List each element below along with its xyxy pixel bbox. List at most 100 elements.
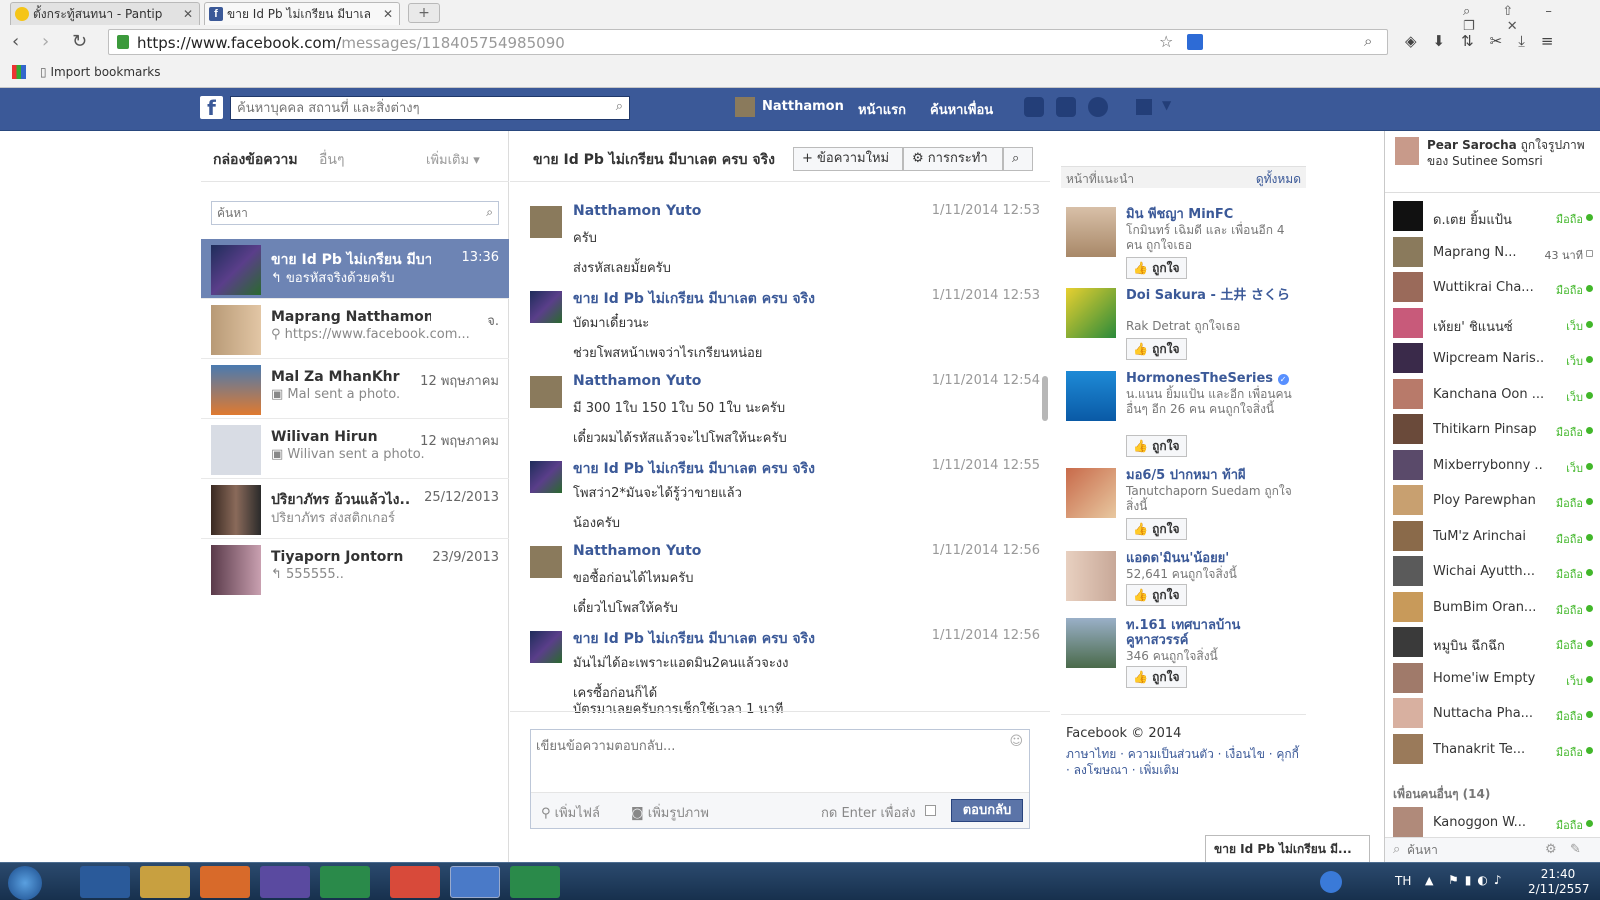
like-button[interactable]: 👍 ถูกใจ — [1126, 257, 1187, 279]
emoji-icon[interactable]: ☺ — [1009, 734, 1023, 749]
visual-studio-icon[interactable] — [260, 866, 310, 898]
avatar[interactable] — [735, 97, 755, 117]
chat-user[interactable]: Maprang N... 43 นาที — [1393, 236, 1593, 270]
page-picture[interactable] — [1066, 288, 1116, 338]
inbox-search[interactable]: ⌕ — [211, 201, 499, 225]
forward-icon[interactable]: › — [42, 31, 49, 52]
find-friends-link[interactable]: ค้นหาเพื่อน — [930, 99, 993, 120]
chrome-icon[interactable] — [390, 866, 440, 898]
window-controls[interactable]: ⌕ ⇧ – ❐ ✕ — [1463, 4, 1600, 34]
compose-icon[interactable]: ✎ — [1570, 842, 1581, 857]
tab-pantip[interactable]: ตั้งกระทู้สนทนา - Pantip ✕ — [10, 2, 200, 25]
inbox-search-input[interactable] — [212, 202, 472, 224]
new-tab-button[interactable]: + — [408, 3, 440, 23]
input-language[interactable]: TH — [1395, 874, 1411, 888]
like-button[interactable]: 👍 ถูกใจ — [1126, 338, 1187, 360]
messages-icon[interactable] — [1056, 97, 1076, 117]
app-icon[interactable] — [450, 866, 500, 898]
chat-tab[interactable]: ขาย Id Pb ไม่เกรียน มี... — [1205, 835, 1370, 863]
chat-user[interactable]: Kanoggon W... มือถือ — [1393, 807, 1593, 840]
search-icon[interactable]: ⌕ — [1364, 32, 1372, 50]
settings-chevron-down-icon[interactable]: ▼ — [1162, 98, 1171, 112]
apps-icon[interactable] — [12, 65, 26, 79]
conversation-item[interactable]: Tiyaporn Jontorn 23/9/2013 ↰ 555555.. — [201, 539, 509, 599]
scrollbar[interactable] — [1042, 376, 1048, 421]
start-button[interactable] — [8, 866, 42, 900]
page-picture[interactable] — [1066, 551, 1116, 601]
clock[interactable]: 21:40 2/11/2557 — [1528, 867, 1590, 897]
facebook-search[interactable]: ⌕ — [230, 96, 630, 120]
chat-user[interactable]: Thanakrit Te... มือถือ — [1393, 733, 1593, 767]
enter-to-send-checkbox[interactable] — [925, 805, 936, 816]
chat-user[interactable]: Wuttikrai Cha... มือถือ — [1393, 272, 1593, 305]
chat-user[interactable]: TuM'z Arinchai มือถือ — [1393, 520, 1593, 554]
conversation-item[interactable]: ปริยาภัทร อ้วนแล้วไง.. 25/12/2013 ปริยาภ… — [201, 479, 509, 539]
facebook-logo-icon[interactable]: f — [200, 96, 223, 120]
notifications-icon[interactable] — [1088, 97, 1108, 117]
file-explorer-icon[interactable] — [140, 866, 190, 898]
page-picture[interactable] — [1066, 468, 1116, 518]
home-link[interactable]: หน้าแรก — [858, 99, 906, 120]
like-button[interactable]: 👍 ถูกใจ — [1126, 518, 1187, 540]
search-icon[interactable]: ⌕ — [486, 205, 493, 220]
privacy-icon[interactable] — [1136, 99, 1152, 115]
hao123-icon[interactable] — [510, 866, 560, 898]
actions-button[interactable]: ⚙ การกระทำ — [903, 147, 1003, 171]
tray-arrow-icon[interactable]: ▲ — [1425, 874, 1433, 887]
see-all-link[interactable]: ดูทั้งหมด — [1256, 170, 1301, 189]
conversation-item[interactable]: Wilivan Hirun 12 พฤษภาคม ▣ Wilivan sent … — [201, 419, 509, 479]
facebook-search-input[interactable] — [231, 97, 601, 119]
reload-icon[interactable]: ↻ — [72, 31, 87, 52]
add-file-button[interactable]: ⚲ เพิ่มไฟล์ — [541, 802, 600, 823]
reply-button[interactable]: ตอบกลับ — [951, 799, 1023, 822]
chat-user[interactable]: Mixberrybonny ... เว็บ — [1393, 449, 1593, 483]
footer-links[interactable]: ภาษาไทย · ความเป็นส่วนตัว · เงื่อนไข · ค… — [1066, 746, 1301, 778]
media-player-icon[interactable] — [200, 866, 250, 898]
friend-requests-icon[interactable] — [1024, 97, 1044, 117]
internet-explorer-icon[interactable] — [80, 866, 130, 898]
chat-search-input[interactable] — [1407, 841, 1537, 859]
chat-user[interactable]: เห้ยย' ชิแนนซ์ เว็บ — [1393, 307, 1593, 341]
chat-user[interactable]: Ploy Parewphan มือถือ — [1393, 485, 1593, 518]
chat-user[interactable]: หมูบิน ฉึกฉึก มือถือ — [1393, 627, 1593, 660]
like-button[interactable]: 👍 ถูกใจ — [1126, 666, 1187, 688]
import-bookmarks-link[interactable]: ▯ Import bookmarks — [40, 65, 161, 79]
close-tab-icon[interactable]: ✕ — [383, 3, 393, 25]
bookmark-star-icon[interactable]: ☆ — [1159, 32, 1173, 51]
page-picture[interactable] — [1066, 207, 1116, 257]
chat-user[interactable]: Wichai Ayutth... มือถือ — [1393, 556, 1593, 589]
like-button[interactable]: 👍 ถูกใจ — [1126, 435, 1187, 457]
hao123-icon[interactable] — [320, 866, 370, 898]
page-picture[interactable] — [1066, 618, 1116, 668]
chat-user[interactable]: Home'iw Empty เว็บ — [1393, 662, 1593, 696]
conversation-item[interactable]: Maprang Natthamon Yuto จ. ⚲ https://www.… — [201, 299, 509, 359]
conversation-item[interactable]: ขาย Id Pb ไม่เกรียน มีบาเล. 13:36 ↰ ขอรห… — [201, 239, 509, 299]
profile-link[interactable]: Natthamon — [762, 99, 844, 114]
chat-user[interactable]: BumBim Oran... มือถือ — [1393, 591, 1593, 625]
language-bar-icon[interactable] — [1320, 871, 1342, 893]
ticker-story[interactable]: Pear Sarocha ถูกใจรูปภาพ ของ Sutinee Som… — [1385, 131, 1600, 193]
search-icon[interactable]: ⌕ — [616, 99, 623, 114]
chat-user[interactable]: Wipcream Naris... เว็บ — [1393, 343, 1593, 376]
page-picture[interactable] — [1066, 371, 1116, 421]
other-folder-link[interactable]: อื่นๆ — [319, 149, 345, 171]
reply-textarea[interactable] — [531, 730, 1001, 790]
chat-user[interactable]: Nuttacha Pha... มือถือ — [1393, 698, 1593, 731]
chat-search[interactable]: ⌕ ⚙ ✎ — [1385, 837, 1600, 863]
close-tab-icon[interactable]: ✕ — [183, 3, 193, 25]
address-bar[interactable]: https://www.facebook.com/messages/118405… — [108, 29, 1388, 55]
add-photo-button[interactable]: ◙ เพิ่มรูปภาพ — [631, 802, 709, 823]
like-button[interactable]: 👍 ถูกใจ — [1126, 584, 1187, 606]
gear-icon[interactable]: ⚙ — [1545, 842, 1557, 857]
chat-user[interactable]: Kanchana Oon ... เว็บ — [1393, 378, 1593, 412]
thread-search-button[interactable]: ⌕ — [1003, 147, 1033, 171]
inbox-title[interactable]: กล่องข้อความ — [213, 149, 298, 171]
back-icon[interactable]: ‹ — [12, 31, 19, 52]
chat-user[interactable]: Thitikarn Pinsap มือถือ — [1393, 414, 1593, 447]
more-dropdown[interactable]: เพิ่มเติม ▾ — [426, 149, 480, 170]
tab-facebook[interactable]: f ขาย Id Pb ไม่เกรียน มีบาเล ✕ — [204, 2, 400, 25]
system-tray-icons[interactable]: ⚑▮◐♪ — [1448, 873, 1518, 889]
conversation-item[interactable]: Mal Za MhanKhr 12 พฤษภาคม ▣ Mal sent a p… — [201, 359, 509, 419]
extension-icon[interactable] — [1187, 34, 1203, 50]
new-message-button[interactable]: + ข้อความใหม่ — [793, 147, 903, 171]
